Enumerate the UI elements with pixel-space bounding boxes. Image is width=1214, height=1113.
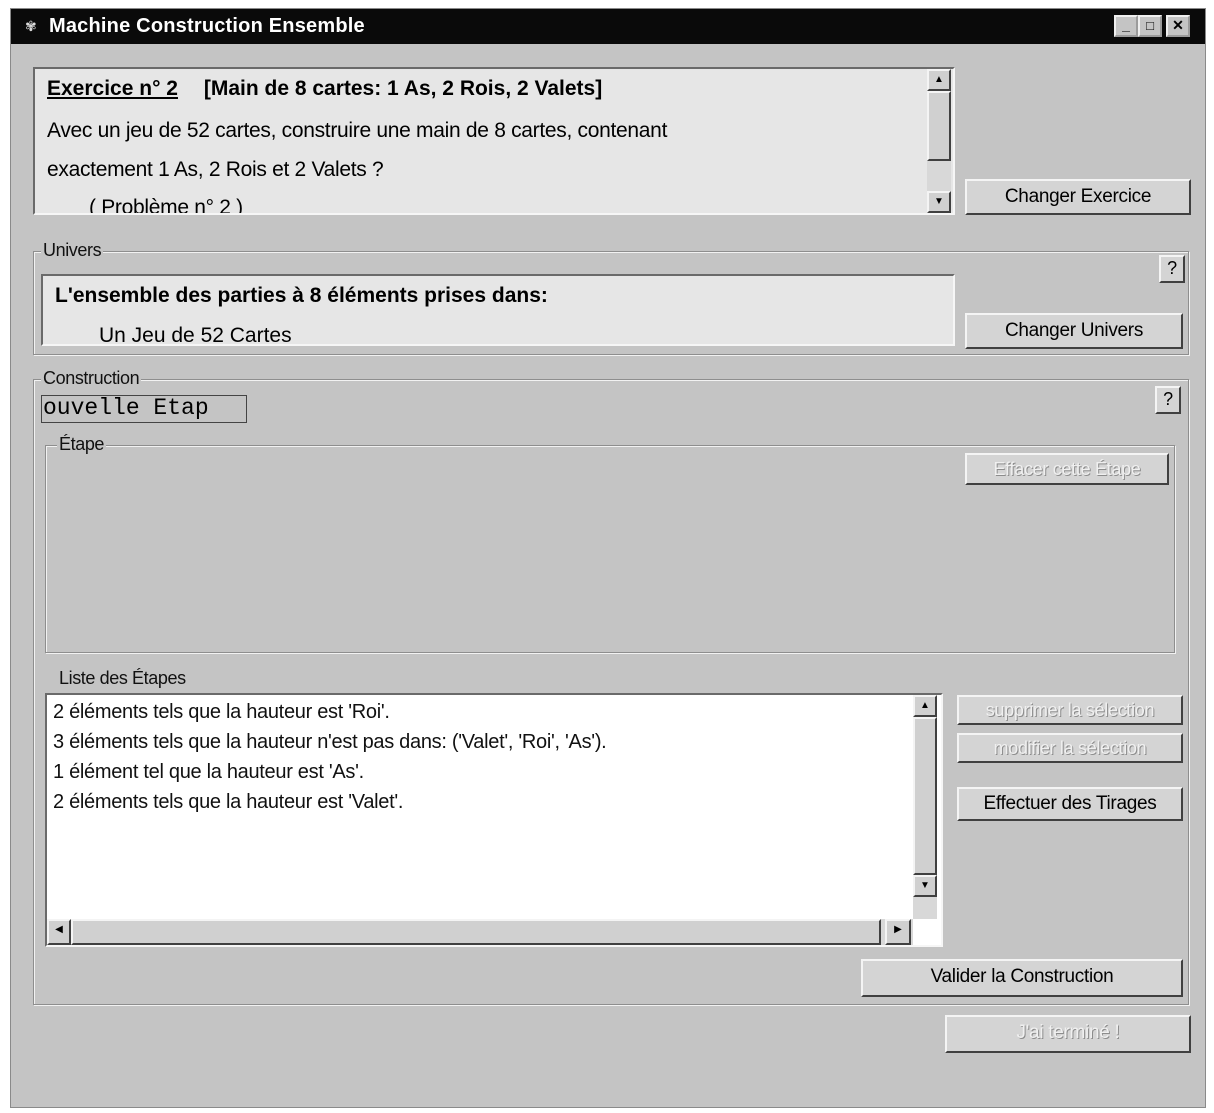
new-step-field[interactable]: ouvelle Etap xyxy=(41,395,247,423)
close-button[interactable]: ✕ xyxy=(1166,15,1190,37)
erase-step-button[interactable]: Effacer cette Étape xyxy=(965,453,1169,485)
construction-help-button[interactable]: ? xyxy=(1155,386,1181,414)
steps-vertical-scrollbar[interactable]: ▲ ▼ xyxy=(913,695,937,919)
list-item[interactable]: 1 élément tel que la hauteur est 'As'. xyxy=(53,761,364,784)
scroll-thumb[interactable] xyxy=(927,91,951,161)
validate-construction-button[interactable]: Valider la Construction xyxy=(861,959,1183,997)
exercise-line-2: exactement 1 As, 2 Rois et 2 Valets ? xyxy=(47,158,384,181)
exercise-subtitle: [Main de 8 cartes: 1 As, 2 Rois, 2 Valet… xyxy=(203,77,603,100)
change-exercise-button[interactable]: Changer Exercice xyxy=(965,179,1191,215)
scroll-down-arrow-icon[interactable]: ▼ xyxy=(927,191,951,213)
scroll-up-arrow-icon[interactable]: ▲ xyxy=(913,695,937,717)
scroll-thumb[interactable] xyxy=(71,919,881,945)
list-item[interactable]: 2 éléments tels que la hauteur est 'Roi'… xyxy=(53,701,390,724)
maximize-button[interactable]: □ xyxy=(1138,15,1162,37)
exercise-box: Exercice n° 2 [Main de 8 cartes: 1 As, 2… xyxy=(33,67,955,215)
construction-legend: Construction xyxy=(41,368,142,389)
window-title: Machine Construction Ensemble xyxy=(49,15,365,37)
universe-box: L'ensemble des parties à 8 éléments pris… xyxy=(41,274,955,346)
step-legend: Étape xyxy=(57,434,107,455)
exercise-number-link[interactable]: Exercice n° 2 xyxy=(47,77,178,100)
scroll-left-arrow-icon[interactable]: ◀ xyxy=(47,919,71,945)
universe-description: L'ensemble des parties à 8 éléments pris… xyxy=(55,284,548,307)
scroll-right-arrow-icon[interactable]: ▶ xyxy=(885,919,911,945)
minimize-button[interactable]: _ xyxy=(1114,15,1138,37)
exercise-line-3: ( Problème n° 2 ) xyxy=(89,196,243,215)
scroll-thumb[interactable] xyxy=(913,717,937,875)
delete-selection-button[interactable]: supprimer la sélection xyxy=(957,695,1183,725)
universe-legend: Univers xyxy=(41,240,104,261)
exercise-line-1: Avec un jeu de 52 cartes, construire une… xyxy=(47,119,668,142)
list-item[interactable]: 2 éléments tels que la hauteur est 'Vale… xyxy=(53,791,403,814)
app-icon: ✾ xyxy=(25,18,37,34)
list-item[interactable]: 3 éléments tels que la hauteur n'est pas… xyxy=(53,731,607,754)
exercise-scrollbar[interactable]: ▲ ▼ xyxy=(927,69,951,213)
scroll-down-arrow-icon[interactable]: ▼ xyxy=(913,875,937,897)
universe-help-button[interactable]: ? xyxy=(1159,255,1185,283)
steps-list-label: Liste des Étapes xyxy=(59,668,186,688)
change-universe-button[interactable]: Changer Univers xyxy=(965,313,1183,349)
modify-selection-button[interactable]: modifier la sélection xyxy=(957,733,1183,763)
exercise-heading: Exercice n° 2 [Main de 8 cartes: 1 As, 2… xyxy=(47,77,602,101)
universe-source: Un Jeu de 52 Cartes xyxy=(99,324,292,346)
steps-horizontal-scrollbar[interactable]: ◀ ▶ xyxy=(47,919,913,945)
title-bar[interactable]: ✾ Machine Construction Ensemble _ □ ✕ xyxy=(11,9,1205,44)
scroll-up-arrow-icon[interactable]: ▲ xyxy=(927,69,951,91)
finish-button[interactable]: J'ai terminé ! xyxy=(945,1015,1191,1053)
draw-samples-button[interactable]: Effectuer des Tirages xyxy=(957,787,1183,821)
steps-list[interactable]: 2 éléments tels que la hauteur est 'Roi'… xyxy=(45,693,943,947)
main-window: ✾ Machine Construction Ensemble _ □ ✕ Ex… xyxy=(10,8,1206,1108)
